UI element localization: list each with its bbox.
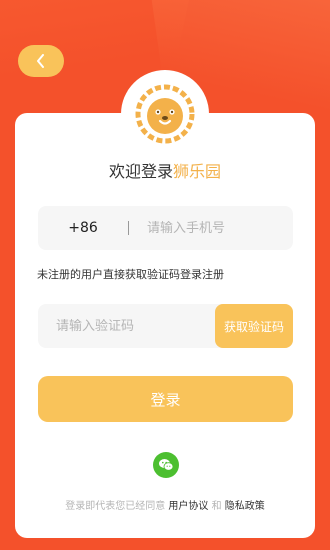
agreement-prefix: 登录即代表您已经同意 <box>65 501 166 512</box>
phone-field-row: +86 <box>38 206 293 250</box>
user-agreement-link[interactable]: 用户协议 <box>168 501 208 512</box>
welcome-prefix: 欢迎登录 <box>108 162 173 181</box>
phone-input[interactable] <box>147 220 277 236</box>
verification-code-input[interactable] <box>56 318 206 334</box>
country-code[interactable]: +86 <box>38 220 128 236</box>
get-code-button[interactable]: 获取验证码 <box>215 304 293 348</box>
logo <box>121 70 209 158</box>
wechat-icon <box>159 459 174 471</box>
brand-name: 狮乐园 <box>173 162 222 181</box>
agreement-and: 和 <box>211 501 222 512</box>
agreement-text: 登录即代表您已经同意 用户协议 和 隐私政策 <box>0 497 330 512</box>
code-field-row: 获取验证码 <box>38 304 293 348</box>
back-button[interactable] <box>18 45 64 77</box>
welcome-title: 欢迎登录狮乐园 <box>0 158 330 182</box>
privacy-policy-link[interactable]: 隐私政策 <box>225 501 265 512</box>
field-separator <box>128 221 129 235</box>
chevron-left-icon <box>37 54 44 68</box>
login-button[interactable]: 登录 <box>38 376 293 422</box>
lion-icon <box>135 84 195 144</box>
wechat-login-button[interactable] <box>153 452 179 478</box>
register-hint: 未注册的用户直接获取验证码登录注册 <box>37 268 224 281</box>
